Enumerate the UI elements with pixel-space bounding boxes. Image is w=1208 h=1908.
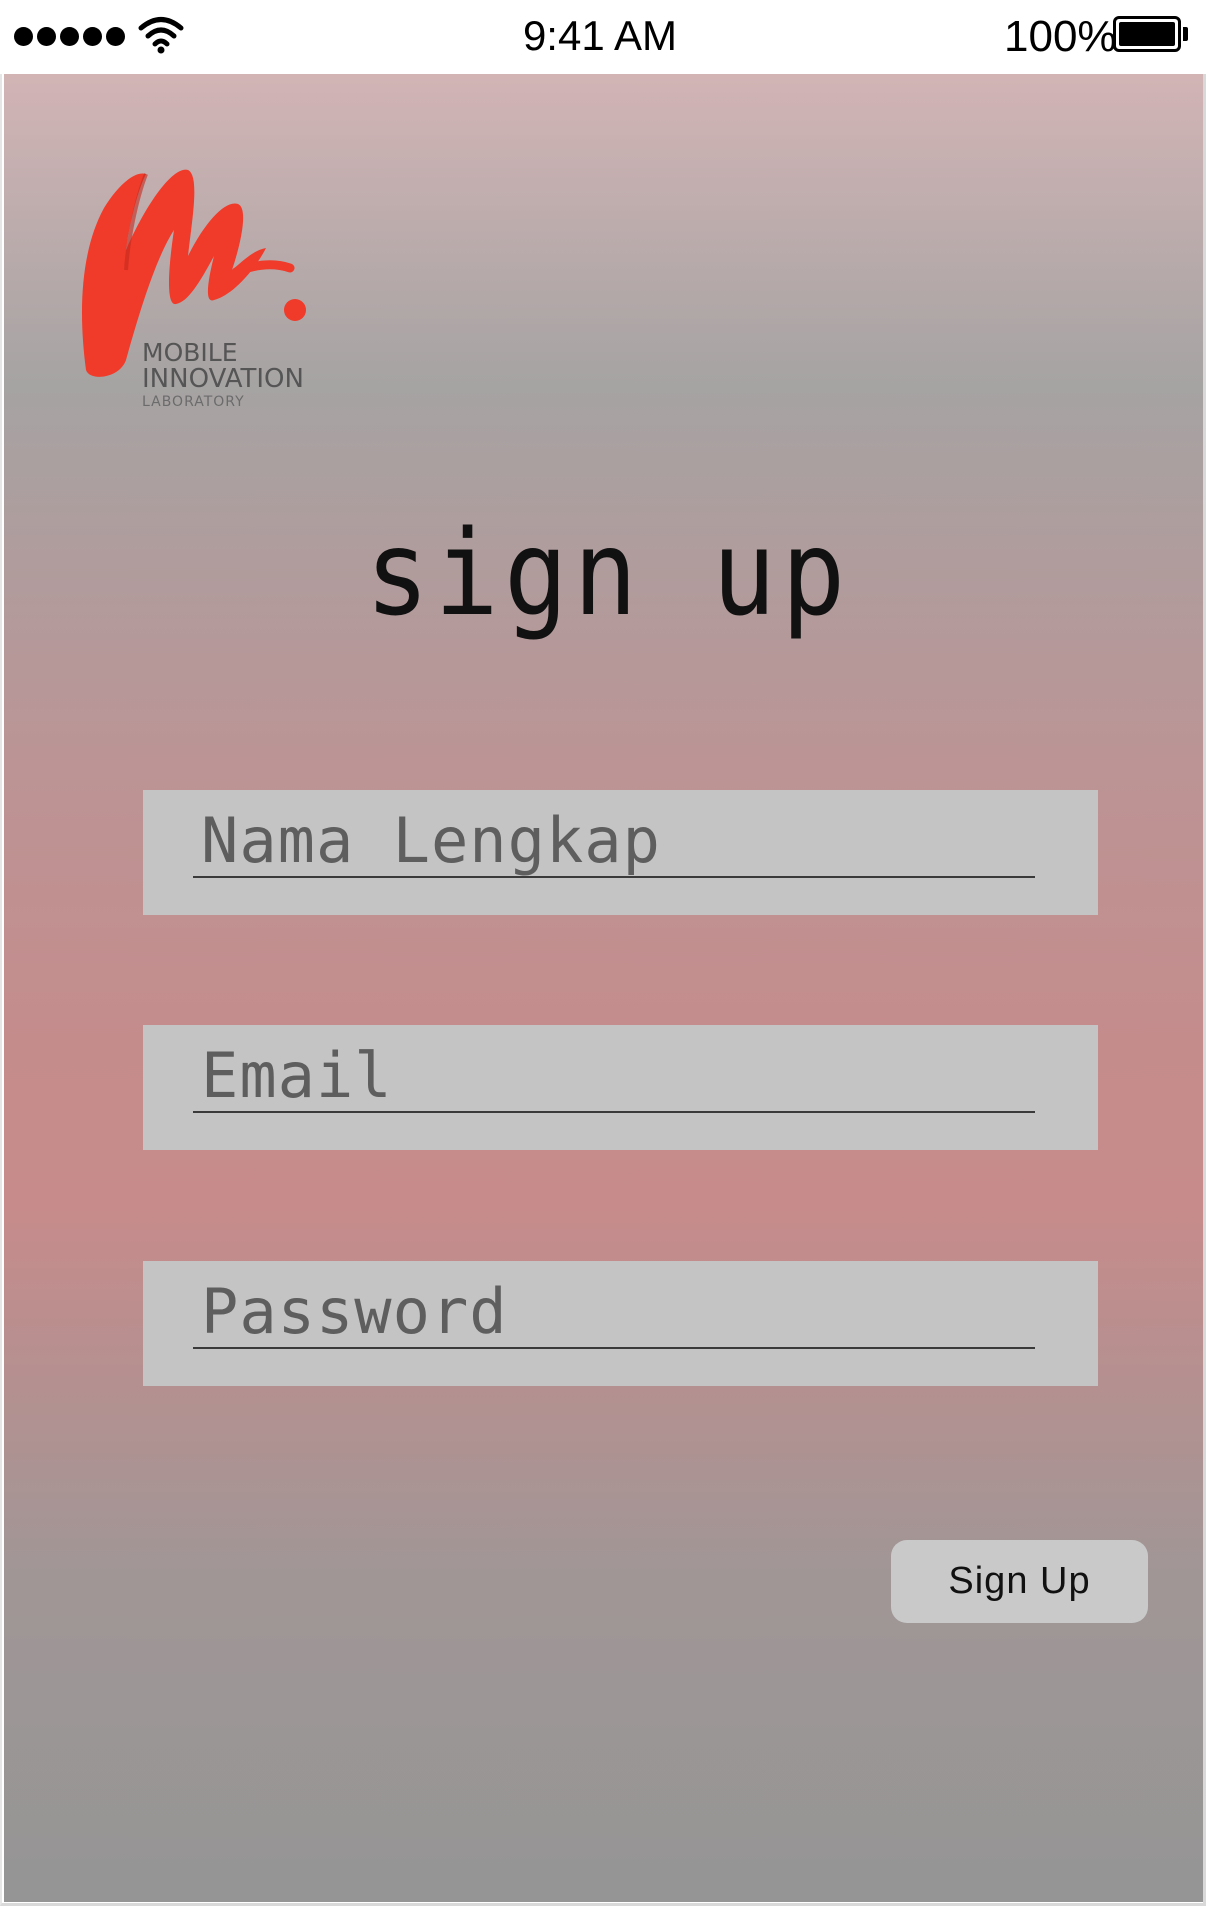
- sign-up-button[interactable]: Sign Up: [891, 1540, 1148, 1623]
- logo-text-innovation: INNOVATION: [142, 364, 304, 394]
- battery-percent: 100%: [1004, 12, 1117, 61]
- logo-text-laboratory: LABORATORY: [142, 394, 245, 410]
- page-title: sign up: [365, 504, 851, 642]
- signal-dots-icon: [14, 27, 125, 46]
- logo-text-mobile: MOBILE: [142, 338, 238, 367]
- wifi-icon: [138, 17, 184, 54]
- password-input[interactable]: [193, 1275, 1035, 1349]
- signup-screen: MOBILE INNOVATION LABORATORY sign up Sig…: [4, 74, 1204, 1902]
- password-field: [143, 1261, 1098, 1386]
- email-input[interactable]: [193, 1039, 1035, 1113]
- mobile-innovation-lab-logo: MOBILE INNOVATION LABORATORY: [76, 160, 316, 410]
- email-field: [143, 1025, 1098, 1150]
- status-bar: 9:41 AM 100%: [0, 0, 1208, 74]
- status-time: 9:41 AM: [522, 12, 678, 59]
- full-name-field: [143, 790, 1098, 915]
- battery-tip: [1183, 27, 1188, 41]
- battery-icon: [1113, 16, 1181, 52]
- full-name-input[interactable]: [193, 804, 1035, 878]
